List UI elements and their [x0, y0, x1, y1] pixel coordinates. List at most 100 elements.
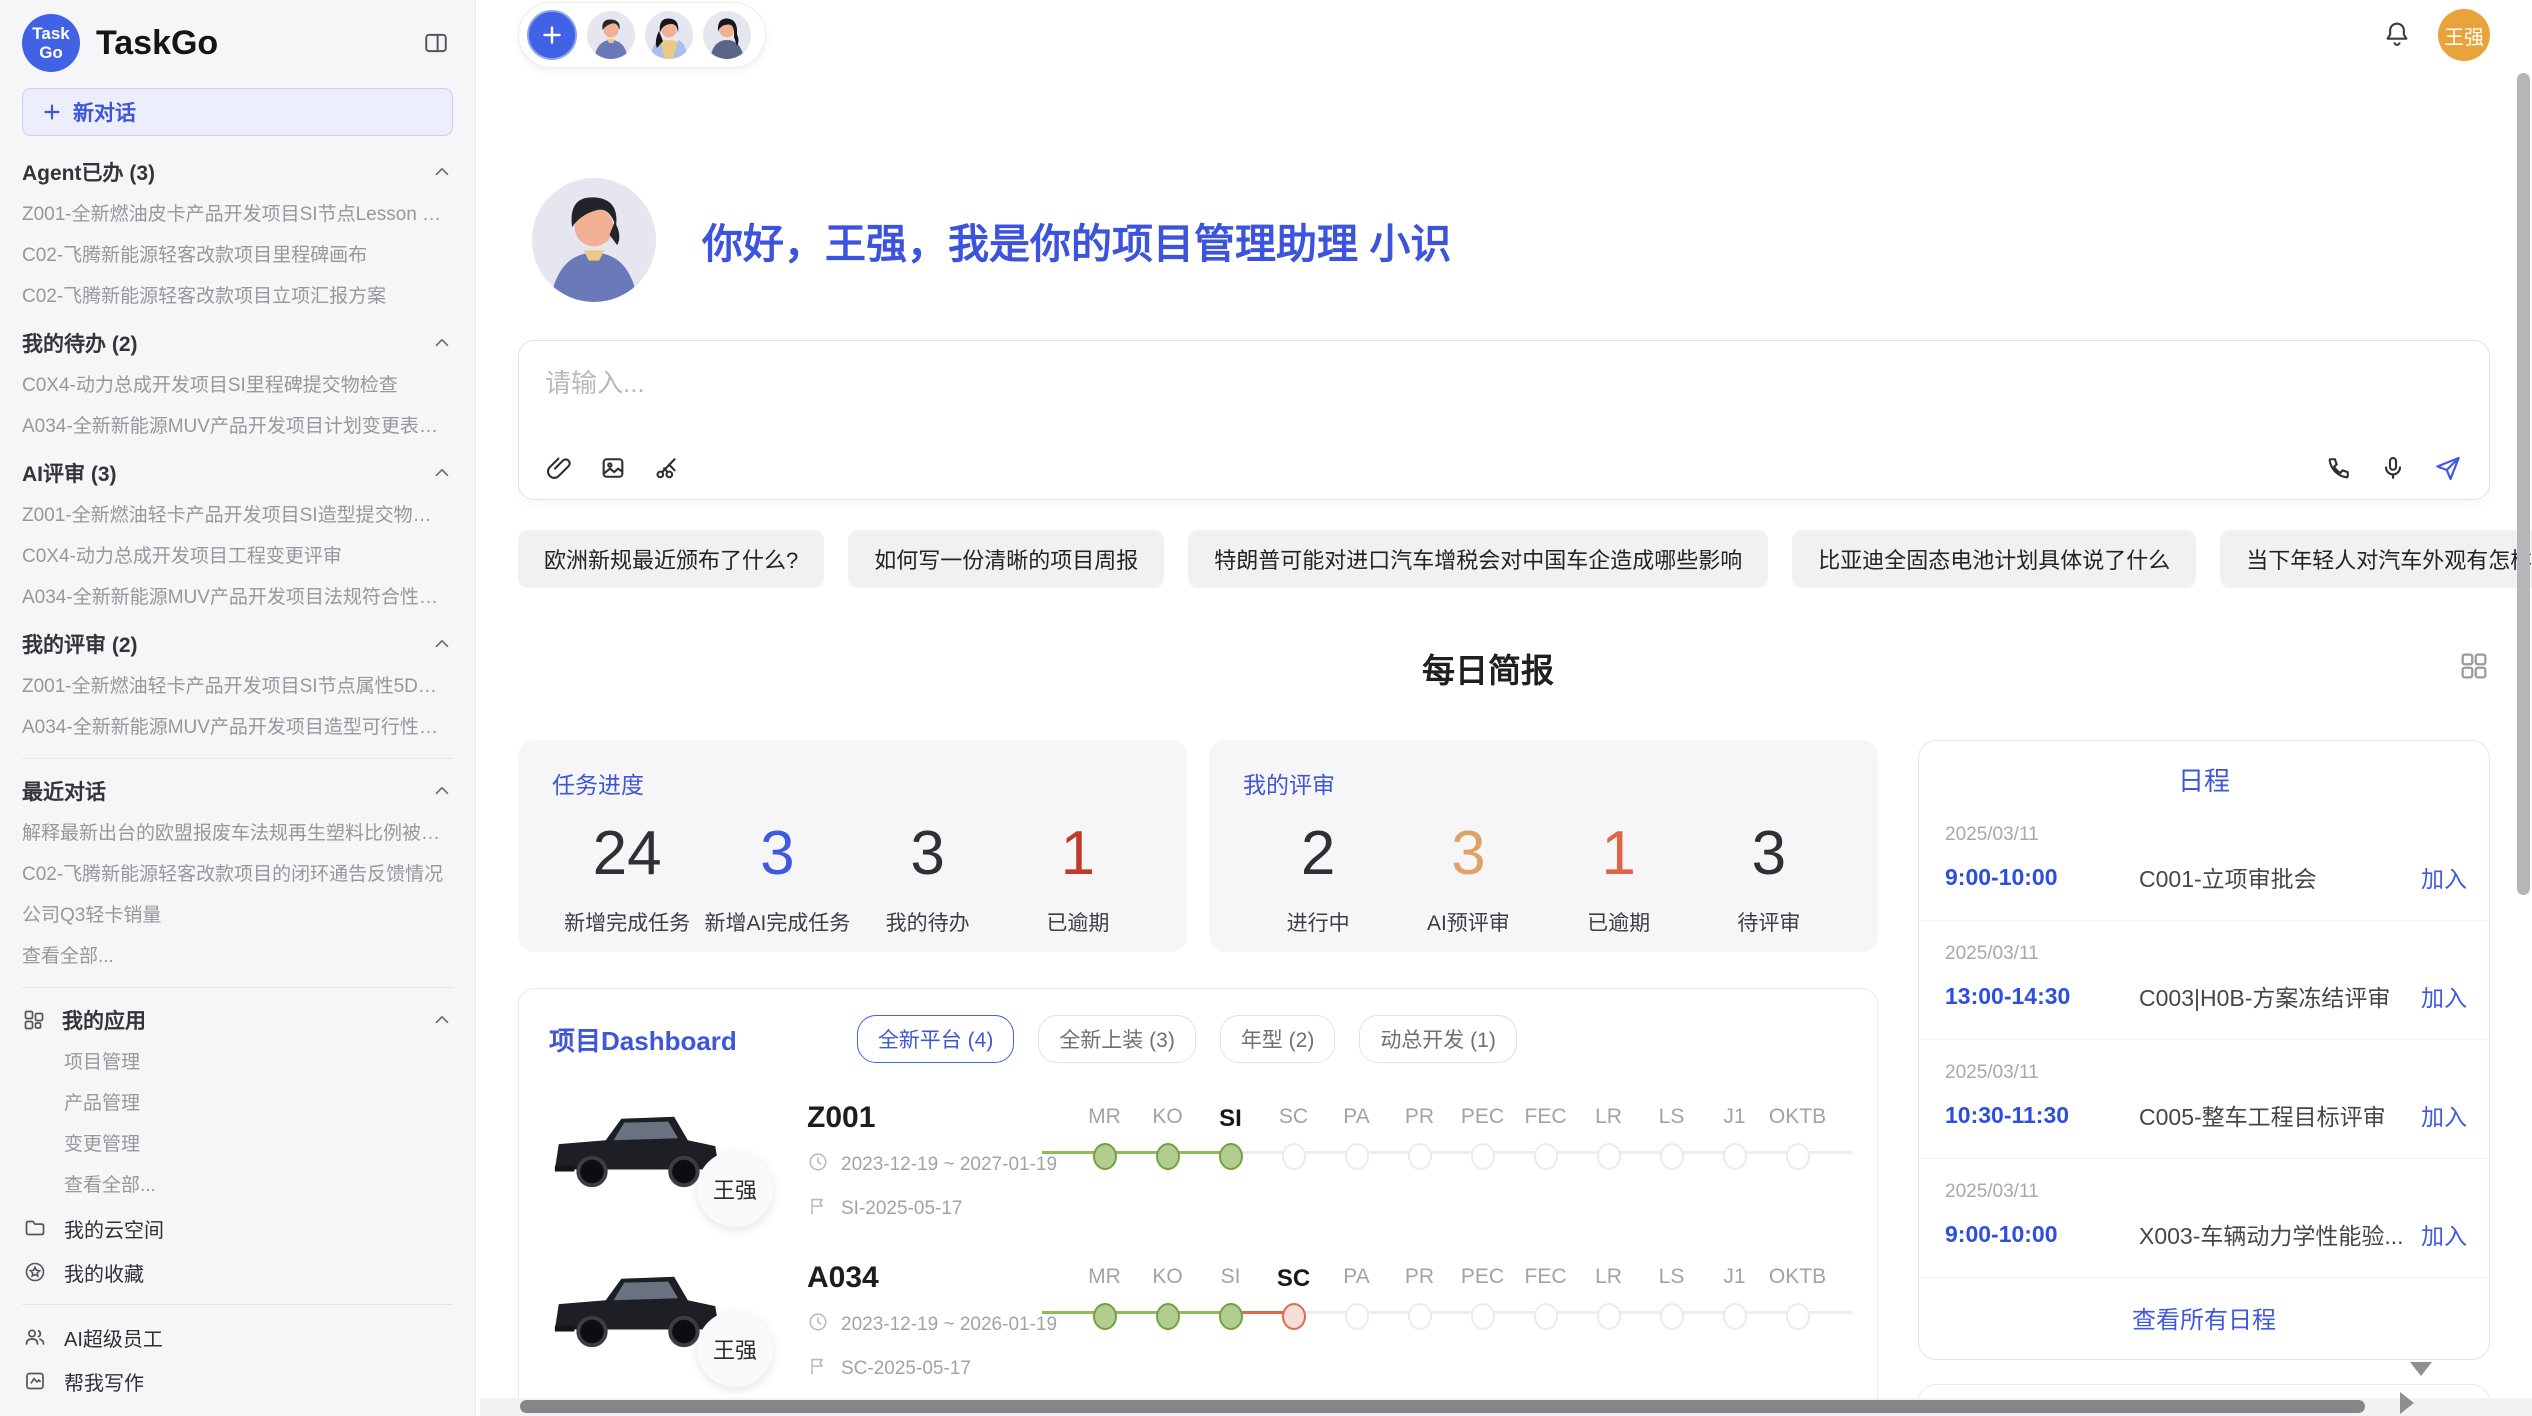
suggestion-chip[interactable]: 如何写一份清晰的项目周报 — [848, 530, 1164, 588]
stat-label: 已逾期 — [1003, 907, 1153, 937]
event-join-link[interactable]: 加入 — [2421, 979, 2467, 1013]
send-icon[interactable] — [2433, 453, 2463, 483]
suggestion-chip[interactable]: 比亚迪全固态电池计划具体说了什么 — [1792, 530, 2196, 588]
scissors-icon[interactable] — [653, 454, 681, 482]
flag-icon — [807, 1195, 829, 1223]
recent-chat-item[interactable]: C02-飞腾新能源轻客改款项目的闭环通告反馈情况 — [22, 854, 453, 895]
sidebar-link-star[interactable]: 我的收藏 — [22, 1250, 453, 1294]
event-join-link[interactable]: 加入 — [2421, 1217, 2467, 1251]
app-item[interactable]: 项目管理 — [22, 1042, 453, 1083]
event-time: 9:00-10:00 — [1945, 1221, 2139, 1248]
event-date: 2025/03/11 — [1945, 1062, 2475, 1084]
sidebar-item[interactable]: Z001-全新燃油皮卡产品开发项目SI节点Lesson Learn报告 — [22, 194, 453, 235]
chevron-up-icon[interactable] — [431, 1009, 453, 1031]
apps-grid-icon — [22, 1008, 46, 1032]
sidebar-collapse-icon[interactable] — [419, 26, 453, 60]
member-avatar[interactable] — [645, 11, 693, 59]
sidebar-tool-pen[interactable]: 创意制图 — [22, 1403, 453, 1406]
milestone-FEC: FEC — [1514, 1265, 1577, 1335]
sidebar-item[interactable]: C02-飞腾新能源轻客改款项目立项汇报方案 — [22, 276, 453, 317]
suggestion-chip[interactable]: 特朗普可能对进口汽车增税会对中国车企造成哪些影响 — [1188, 530, 1768, 588]
apps-view-all-link[interactable]: 查看全部... — [22, 1165, 453, 1206]
sidebar-item[interactable]: Z001-全新燃油轻卡产品开发项目SI造型提交物评审 — [22, 495, 453, 536]
recent-view-all-link[interactable]: 查看全部... — [22, 936, 453, 977]
project-row[interactable]: 王强A0342023-12-19 ~ 2026-01-19SC-2025-05-… — [549, 1261, 1847, 1383]
stat-item: 1 已逾期 — [1544, 818, 1694, 937]
notifications-bell-icon[interactable] — [2382, 18, 2412, 53]
sidebar-link-folder[interactable]: 我的云空间 — [22, 1206, 453, 1250]
mic-icon[interactable] — [2379, 454, 2407, 482]
project-row[interactable]: 王强Z0012023-12-19 ~ 2027-01-19SI-2025-05-… — [549, 1101, 1847, 1223]
member-avatar[interactable] — [587, 11, 635, 59]
sidebar-link-label: 我的收藏 — [64, 1258, 144, 1287]
image-icon[interactable] — [599, 454, 627, 482]
horizontal-scrollbar-thumb[interactable] — [520, 1400, 2365, 1413]
schedule-event: 2025/03/119:00-10:00C001-立项审批会加入 — [1919, 802, 2489, 921]
stat-label: 新增完成任务 — [552, 907, 702, 937]
scroll-down-arrow[interactable] — [2410, 1362, 2432, 1376]
stat-label: 我的待办 — [853, 907, 1003, 937]
sidebar-tool-users[interactable]: AI超级员工 — [22, 1315, 453, 1359]
chevron-up-icon[interactable] — [431, 332, 453, 354]
sidebar-item[interactable]: A034-全新新能源MUV产品开发项目造型可行性评审 — [22, 707, 453, 748]
scroll-right-arrow[interactable] — [2400, 1392, 2414, 1414]
chevron-up-icon[interactable] — [431, 633, 453, 655]
event-date: 2025/03/11 — [1945, 1181, 2475, 1203]
new-chat-button[interactable]: 新对话 — [22, 88, 453, 136]
stat-value: 3 — [1694, 818, 1844, 889]
sidebar-tool-write[interactable]: 帮我写作 — [22, 1359, 453, 1403]
chevron-up-icon[interactable] — [431, 462, 453, 484]
divider — [22, 758, 453, 759]
sidebar-group-header[interactable]: AI评审 (3) — [22, 451, 453, 495]
dashboard-filter-chip[interactable]: 动总开发 (1) — [1359, 1015, 1517, 1063]
add-member-button[interactable] — [527, 10, 577, 60]
layout-grid-icon[interactable] — [2458, 650, 2490, 687]
milestone-PA: PA — [1325, 1105, 1388, 1175]
current-user-avatar[interactable]: 王强 — [2438, 9, 2490, 61]
vertical-scrollbar[interactable] — [2517, 73, 2530, 895]
attach-icon[interactable] — [545, 454, 573, 482]
dashboard-filter-chip[interactable]: 全新上装 (3) — [1038, 1015, 1196, 1063]
event-join-link[interactable]: 加入 — [2421, 1098, 2467, 1132]
app-item[interactable]: 变更管理 — [22, 1124, 453, 1165]
view-all-schedule-link[interactable]: 查看所有日程 — [1919, 1278, 2489, 1345]
sidebar-item[interactable]: Z001-全新燃油轻卡产品开发项目SI节点属性5D文件评审 — [22, 666, 453, 707]
milestone-timeline: MRKOSISCPAPRPECFECLRLSJ1OKTB — [1067, 1265, 1847, 1335]
my-apps-header[interactable]: 我的应用 — [22, 998, 453, 1042]
call-icon[interactable] — [2325, 454, 2353, 482]
stat-value: 1 — [1544, 818, 1694, 889]
chevron-up-icon[interactable] — [431, 161, 453, 183]
suggestion-chip[interactable]: 欧洲新规最近颁布了什么? — [518, 530, 824, 588]
milestone-dot — [1786, 1143, 1810, 1170]
sidebar-item[interactable]: A034-全新新能源MUV产品开发项目计划变更表编写 — [22, 406, 453, 447]
dashboard-filter-chip[interactable]: 年型 (2) — [1220, 1015, 1336, 1063]
event-join-link[interactable]: 加入 — [2421, 860, 2467, 894]
app-logo: Task Go — [22, 14, 80, 72]
sidebar-item[interactable]: A034-全新新能源MUV产品开发项目法规符合性评审 — [22, 577, 453, 618]
chat-input[interactable] — [545, 363, 2463, 453]
dashboard-filter-chip[interactable]: 全新平台 (4) — [857, 1015, 1015, 1063]
stat-label: 已逾期 — [1544, 907, 1694, 937]
schedule-event: 2025/03/1113:00-14:30C003|H0B-方案冻结评审加入 — [1919, 921, 2489, 1040]
suggestion-chip[interactable]: 当下年轻人对汽车外观有怎样的喜好趋势 — [2220, 530, 2532, 588]
sidebar-item[interactable]: C0X4-动力总成开发项目工程变更评审 — [22, 536, 453, 577]
sidebar-group-header[interactable]: 我的评审 (2) — [22, 622, 453, 666]
sidebar-group: Agent已办 (3)Z001-全新燃油皮卡产品开发项目SI节点Lesson L… — [22, 150, 453, 317]
recent-chat-item[interactable]: 公司Q3轻卡销量 — [22, 895, 453, 936]
sidebar-group-header[interactable]: 我的待办 (2) — [22, 321, 453, 365]
milestone-label: OKTB — [1766, 1265, 1829, 1297]
sidebar-item[interactable]: C02-飞腾新能源轻客改款项目里程碑画布 — [22, 235, 453, 276]
sidebar-group-header[interactable]: Agent已办 (3) — [22, 150, 453, 194]
sidebar-group-title: 我的待办 (2) — [22, 328, 138, 358]
member-avatar[interactable] — [703, 11, 751, 59]
recent-chats-title: 最近对话 — [22, 776, 106, 806]
recent-chat-item[interactable]: 解释最新出台的欧盟报废车法规再生塑料比例被调至15%... — [22, 813, 453, 854]
milestone-LS: LS — [1640, 1265, 1703, 1335]
milestone-dot — [1597, 1303, 1621, 1330]
chevron-up-icon[interactable] — [431, 780, 453, 802]
sidebar-item[interactable]: C0X4-动力总成开发项目SI里程碑提交物检查 — [22, 365, 453, 406]
app-item[interactable]: 产品管理 — [22, 1083, 453, 1124]
horizontal-scrollbar-track[interactable] — [480, 1398, 2532, 1416]
milestone-label: SC — [1262, 1265, 1325, 1297]
recent-chats-header[interactable]: 最近对话 — [22, 769, 453, 813]
